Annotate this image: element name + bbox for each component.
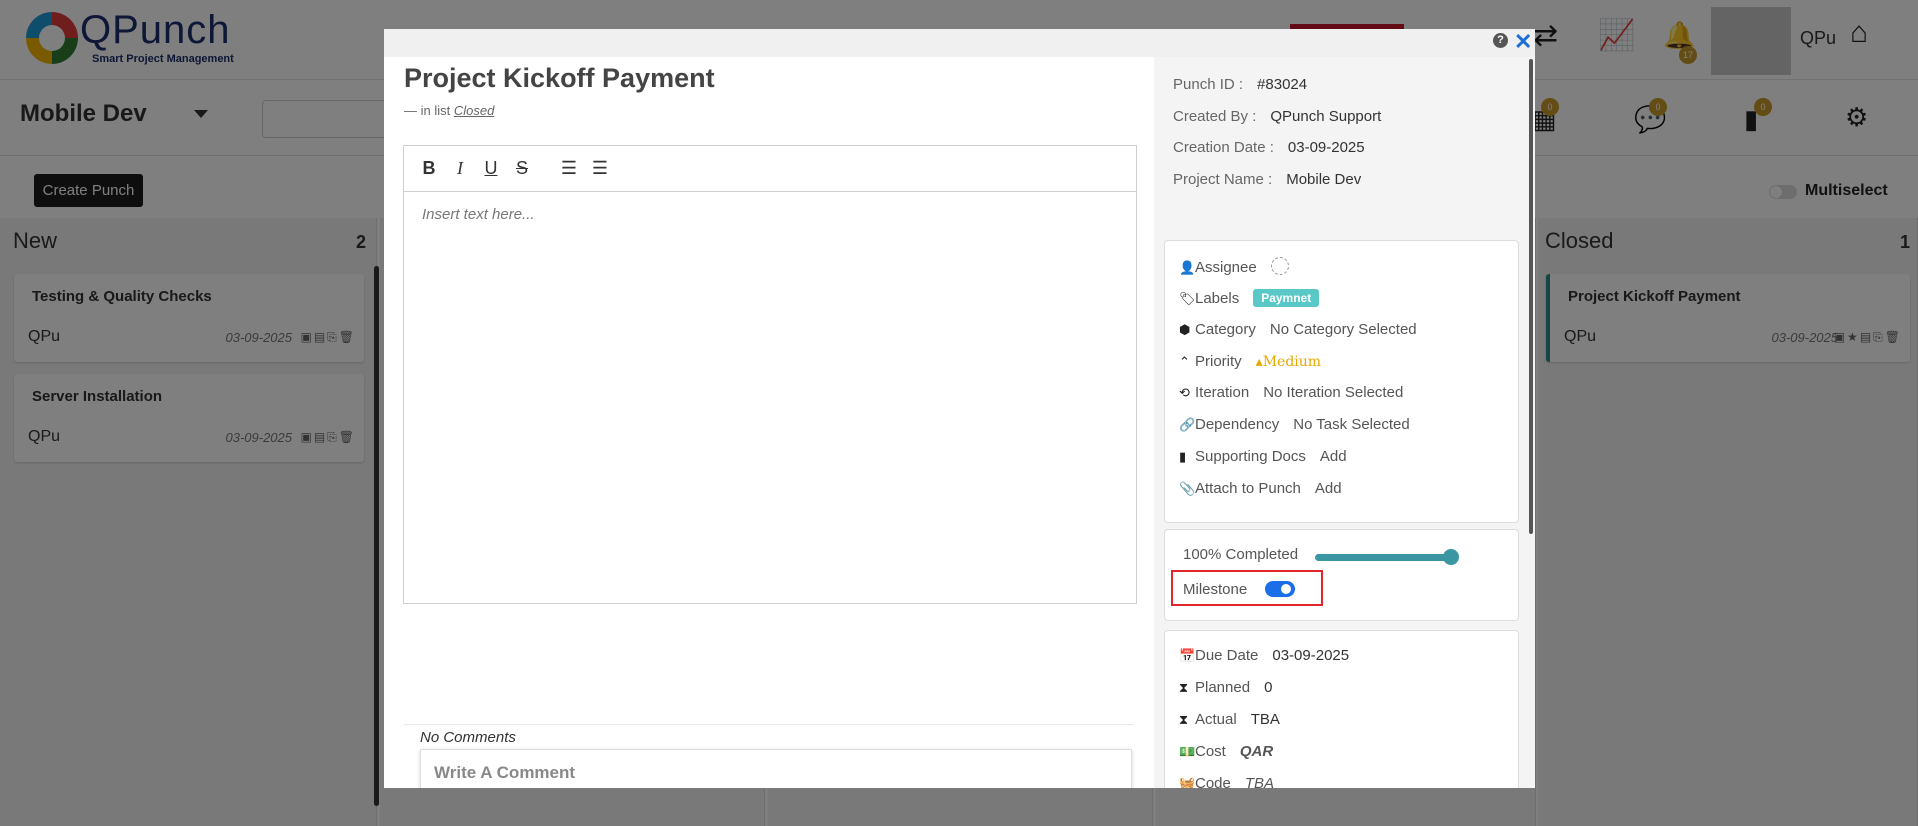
planned-row[interactable]: ⧗ Planned 0	[1179, 679, 1272, 696]
milestone-highlight: Milestone	[1171, 570, 1323, 606]
due-date-value[interactable]: 03-09-2025	[1272, 647, 1349, 664]
actual-value[interactable]: TBA	[1251, 711, 1280, 728]
progress-slider-track[interactable]	[1315, 554, 1449, 561]
repeat-icon: ⟲	[1179, 385, 1190, 400]
iteration-row[interactable]: ⟲ Iteration No Iteration Selected	[1179, 384, 1403, 401]
punch-side-pane: Punch ID : #83024 Created By : QPunch Supp…	[1154, 57, 1535, 788]
label-chip[interactable]: Paymnet	[1253, 289, 1320, 307]
punch-id-row: Punch ID : #83024	[1173, 76, 1307, 93]
created-by-row: Created By : QPunch Support	[1173, 108, 1381, 125]
underline-button[interactable]: U	[480, 158, 502, 179]
paperclip-icon: 📎	[1179, 481, 1196, 496]
priority-label: Priority	[1195, 353, 1242, 370]
no-comments-text: No Comments	[420, 729, 516, 746]
cost-value[interactable]: QAR	[1240, 743, 1273, 760]
supporting-docs-row[interactable]: ▮ Supporting Docs Add	[1179, 448, 1347, 465]
due-date-label: Due Date	[1195, 647, 1259, 664]
code-row[interactable]: 🧺Code TBA	[1179, 775, 1274, 788]
supporting-docs-add[interactable]: Add	[1320, 448, 1347, 465]
code-value[interactable]: TBA	[1245, 775, 1274, 788]
iteration-label: Iteration	[1195, 384, 1250, 401]
punch-detail-modal: ? ✕ Project Kickoff Payment — in list Cl…	[384, 29, 1535, 788]
cost-row[interactable]: 💵Cost QAR	[1179, 743, 1273, 760]
project-name-row: Project Name : Mobile Dev	[1173, 171, 1361, 188]
help-icon[interactable]: ?	[1493, 33, 1508, 48]
basket-icon: 🧺	[1179, 776, 1196, 788]
dependency-label: Dependency	[1195, 416, 1280, 433]
editor-toolbar: B I U S ☰ ☰	[404, 146, 1136, 192]
category-value[interactable]: No Category Selected	[1270, 321, 1417, 338]
link-icon: 🔗	[1179, 417, 1196, 432]
hourglass-icon: ⧗	[1179, 712, 1189, 727]
money-icon: 💵	[1179, 744, 1196, 759]
project-name-label: Project Name :	[1173, 171, 1273, 188]
description-editor[interactable]: B I U S ☰ ☰ Insert text here...	[403, 145, 1137, 604]
progress-panel: 100% Completed Milestone	[1164, 529, 1519, 621]
assignee-row[interactable]: 👤Assignee	[1179, 257, 1289, 276]
category-row[interactable]: ⬢ Category No Category Selected	[1179, 321, 1417, 338]
attach-add[interactable]: Add	[1315, 480, 1342, 497]
cube-icon: ⬢	[1179, 322, 1191, 337]
punch-id-value: #83024	[1257, 76, 1308, 93]
in-list-breadcrumb: — in list Closed	[404, 103, 494, 118]
creation-date-label: Creation Date :	[1173, 139, 1274, 156]
details-panel: 👤Assignee 🏷Labels Paymnet ⬢ Category No Cat…	[1164, 240, 1519, 523]
iteration-value[interactable]: No Iteration Selected	[1263, 384, 1403, 401]
punch-id-label: Punch ID :	[1173, 76, 1244, 93]
bullet-list-icon[interactable]: ☰	[589, 158, 611, 179]
planned-label: Planned	[1195, 679, 1251, 696]
comments-divider	[404, 724, 1134, 725]
due-date-row[interactable]: 📅Due Date 03-09-2025	[1179, 647, 1349, 664]
comment-placeholder: Write A Comment	[434, 763, 576, 782]
calendar-check-icon: 📅	[1179, 648, 1196, 663]
priority-row[interactable]: ⌃ Priority ▴Medium	[1179, 353, 1321, 370]
created-by-value: QPunch Support	[1270, 108, 1382, 125]
milestone-toggle[interactable]	[1265, 581, 1295, 597]
labels-label: Labels	[1195, 290, 1240, 307]
list-link[interactable]: Closed	[454, 103, 494, 118]
user-icon: 👤	[1179, 260, 1196, 275]
creation-date-row: Creation Date : 03-09-2025	[1173, 139, 1365, 156]
punch-title[interactable]: Project Kickoff Payment	[404, 63, 715, 94]
actual-label: Actual	[1195, 711, 1237, 728]
planned-value[interactable]: 0	[1264, 679, 1272, 696]
schedule-panel: 📅Due Date 03-09-2025 ⧗ Planned 0 ⧗ Actual TBA…	[1164, 630, 1519, 788]
dependency-value[interactable]: No Task Selected	[1293, 416, 1409, 433]
attach-label: Attach to Punch	[1195, 480, 1301, 497]
file-icon: ▮	[1179, 449, 1187, 464]
actual-row[interactable]: ⧗ Actual TBA	[1179, 711, 1280, 728]
project-name-value: Mobile Dev	[1286, 171, 1362, 188]
creation-date-value: 03-09-2025	[1287, 139, 1365, 156]
modal-header: ? ✕	[384, 29, 1535, 57]
bold-button[interactable]: B	[418, 158, 440, 179]
created-by-label: Created By :	[1173, 108, 1257, 125]
cost-label: Cost	[1195, 743, 1226, 760]
priority-value[interactable]: ▴Medium	[1256, 354, 1321, 370]
supporting-docs-label: Supporting Docs	[1195, 448, 1306, 465]
comment-input[interactable]: Write A Comment	[420, 749, 1132, 788]
modal-scrollbar[interactable]	[1529, 59, 1533, 534]
attach-row[interactable]: 📎Attach to Punch Add	[1179, 480, 1342, 497]
dependency-row[interactable]: 🔗Dependency No Task Selected	[1179, 416, 1410, 433]
hourglass-icon: ⧗	[1179, 680, 1189, 695]
punch-main-pane: Project Kickoff Payment — in list Closed…	[384, 57, 1154, 788]
category-label: Category	[1195, 321, 1256, 338]
milestone-label: Milestone	[1183, 581, 1248, 598]
double-chevron-up-icon: ⌃	[1179, 354, 1190, 369]
assignee-label: Assignee	[1195, 259, 1257, 276]
progress-label: 100% Completed	[1183, 546, 1299, 563]
italic-button[interactable]: I	[449, 158, 471, 179]
tags-icon: 🏷	[1179, 291, 1196, 306]
ordered-list-icon[interactable]: ☰	[558, 158, 580, 179]
progress-slider-thumb[interactable]	[1443, 549, 1459, 565]
close-icon[interactable]: ✕	[1514, 29, 1532, 55]
code-label: Code	[1195, 775, 1231, 788]
editor-placeholder: Insert text here...	[422, 206, 535, 223]
strikethrough-button[interactable]: S	[511, 158, 533, 179]
labels-row[interactable]: 🏷Labels Paymnet	[1179, 289, 1320, 307]
in-list-prefix: — in list	[404, 103, 451, 118]
assignee-avatar[interactable]	[1270, 257, 1289, 275]
